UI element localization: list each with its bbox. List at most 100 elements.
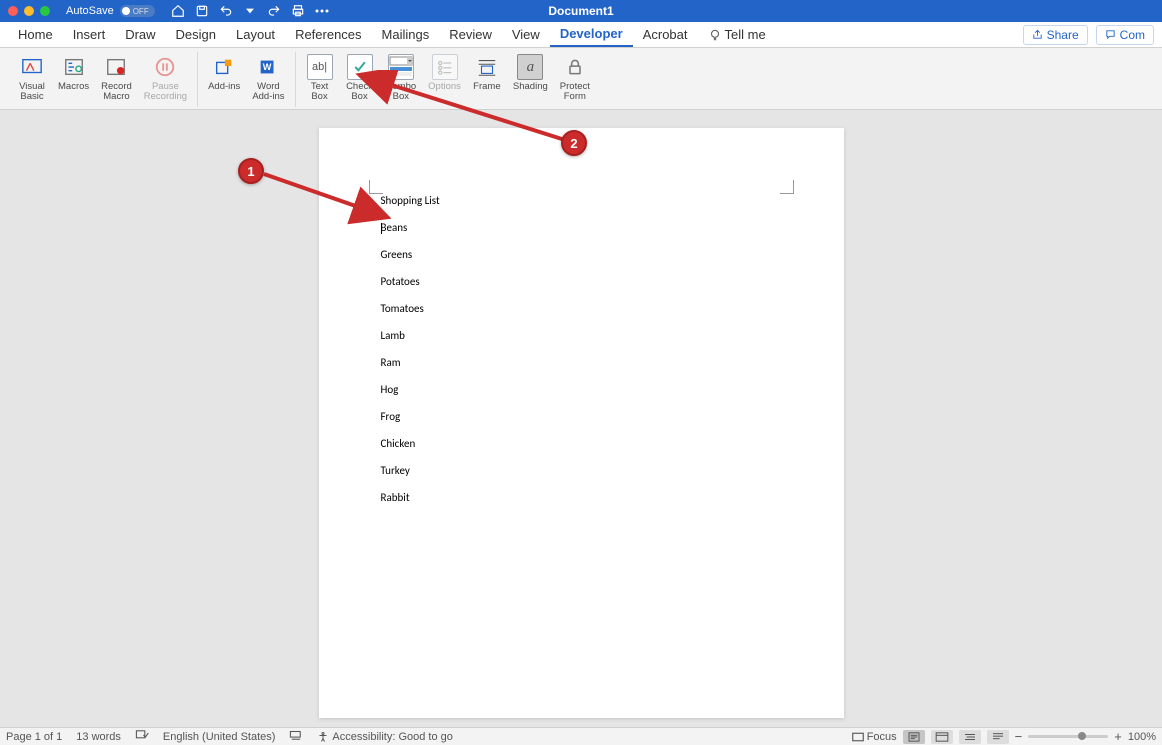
check-box-button[interactable]: Check Box xyxy=(342,52,378,107)
status-bar: Page 1 of 1 13 words English (United Sta… xyxy=(0,727,1162,745)
zoom-percent[interactable]: 100% xyxy=(1128,731,1156,743)
doc-line-item[interactable]: Chicken xyxy=(381,437,782,450)
document-title: Document1 xyxy=(548,4,613,18)
visual-basic-button[interactable]: Visual Basic xyxy=(14,52,50,107)
annotation-badge-2: 2 xyxy=(561,130,587,156)
status-page[interactable]: Page 1 of 1 xyxy=(6,731,62,743)
combo-box-icon xyxy=(388,54,414,80)
draft-view-button[interactable] xyxy=(987,730,1009,744)
outline-view-button[interactable] xyxy=(959,730,981,744)
tab-references[interactable]: References xyxy=(285,22,371,47)
status-accessibility[interactable]: Accessibility: Good to go xyxy=(317,731,452,743)
share-icon xyxy=(1032,29,1043,40)
print-layout-view-button[interactable] xyxy=(903,730,925,744)
page-content[interactable]: Shopping List Beans Greens Potatoes Toma… xyxy=(381,194,782,518)
autosave-label: AutoSave xyxy=(66,5,114,17)
status-spellcheck-icon[interactable] xyxy=(135,729,149,744)
zoom-out-button[interactable]: − xyxy=(1015,729,1023,744)
developer-ribbon: Visual Basic Macros Record Macro Pause R… xyxy=(0,48,1162,110)
doc-line-item[interactable]: Rabbit xyxy=(381,491,782,504)
web-layout-view-button[interactable] xyxy=(931,730,953,744)
print-icon[interactable] xyxy=(291,4,305,18)
doc-line-item[interactable]: Frog xyxy=(381,410,782,423)
close-window-button[interactable] xyxy=(8,6,18,16)
maximize-window-button[interactable] xyxy=(40,6,50,16)
doc-line-item[interactable]: Lamb xyxy=(381,329,782,342)
annotation-badge-1: 1 xyxy=(238,158,264,184)
doc-line-item[interactable]: Hog xyxy=(381,383,782,396)
frame-button[interactable]: Frame xyxy=(469,52,505,107)
doc-line-title[interactable]: Shopping List xyxy=(381,194,782,207)
tab-layout[interactable]: Layout xyxy=(226,22,285,47)
protect-form-icon xyxy=(562,54,588,80)
share-button[interactable]: Share xyxy=(1023,25,1088,45)
ribbon-tabs: Home Insert Draw Design Layout Reference… xyxy=(0,22,1162,48)
tab-mailings[interactable]: Mailings xyxy=(372,22,440,47)
add-ins-button[interactable]: Add-ins xyxy=(204,52,244,107)
tab-design[interactable]: Design xyxy=(166,22,226,47)
doc-line-item[interactable]: Greens xyxy=(381,248,782,261)
quick-access-toolbar xyxy=(171,4,329,18)
combo-box-button[interactable]: Combo Box xyxy=(382,52,421,107)
lightbulb-icon xyxy=(708,28,722,42)
minimize-window-button[interactable] xyxy=(24,6,34,16)
doc-line-item[interactable]: Tomatoes xyxy=(381,302,782,315)
shading-icon: a xyxy=(517,54,543,80)
tab-review[interactable]: Review xyxy=(439,22,502,47)
macros-icon xyxy=(61,54,87,80)
protect-form-button[interactable]: Protect Form xyxy=(556,52,594,107)
page[interactable]: Shopping List Beans Greens Potatoes Toma… xyxy=(319,128,844,718)
margin-corner-tr xyxy=(780,180,794,194)
window-controls xyxy=(8,6,50,16)
accessibility-icon xyxy=(317,731,329,743)
status-focus-button[interactable]: Focus xyxy=(852,731,897,743)
pause-recording-icon xyxy=(152,54,178,80)
word-add-ins-icon: W xyxy=(255,54,281,80)
status-text-predictions-icon[interactable] xyxy=(289,729,303,744)
focus-icon xyxy=(852,732,864,742)
frame-icon xyxy=(474,54,500,80)
tab-view[interactable]: View xyxy=(502,22,550,47)
record-macro-button[interactable]: Record Macro xyxy=(97,52,136,107)
document-area[interactable]: Shopping List Beans Greens Potatoes Toma… xyxy=(0,110,1162,727)
text-box-button[interactable]: ab| Text Box xyxy=(302,52,338,107)
word-add-ins-button[interactable]: W Word Add-ins xyxy=(248,52,288,107)
options-button: Options xyxy=(424,52,465,107)
doc-line-item[interactable]: Potatoes xyxy=(381,275,782,288)
tab-draw[interactable]: Draw xyxy=(115,22,165,47)
redo-icon[interactable] xyxy=(267,4,281,18)
macros-button[interactable]: Macros xyxy=(54,52,93,107)
autosave-state: OFF xyxy=(130,7,153,16)
add-ins-icon xyxy=(211,54,237,80)
tab-insert[interactable]: Insert xyxy=(63,22,116,47)
check-box-icon xyxy=(347,54,373,80)
tab-acrobat[interactable]: Acrobat xyxy=(633,22,698,47)
visual-basic-icon xyxy=(19,54,45,80)
doc-line-item[interactable]: Ram xyxy=(381,356,782,369)
zoom-slider[interactable] xyxy=(1028,735,1108,738)
shading-button[interactable]: a Shading xyxy=(509,52,552,107)
comment-icon xyxy=(1105,29,1116,40)
status-language[interactable]: English (United States) xyxy=(163,731,276,743)
doc-line-item[interactable]: Beans xyxy=(381,221,782,234)
undo-dropdown-icon[interactable] xyxy=(243,4,257,18)
text-box-icon: ab| xyxy=(307,54,333,80)
home-icon[interactable] xyxy=(171,4,185,18)
comments-button[interactable]: Com xyxy=(1096,25,1154,45)
status-words[interactable]: 13 words xyxy=(76,731,121,743)
zoom-in-button[interactable]: + xyxy=(1114,729,1122,744)
tab-home[interactable]: Home xyxy=(8,22,63,47)
margin-corner-tl xyxy=(369,180,383,194)
tell-me-search[interactable]: Tell me xyxy=(698,22,776,47)
tab-developer[interactable]: Developer xyxy=(550,22,633,47)
undo-icon[interactable] xyxy=(219,4,233,18)
pause-recording-button: Pause Recording xyxy=(140,52,191,107)
options-icon xyxy=(432,54,458,80)
doc-line-item[interactable]: Turkey xyxy=(381,464,782,477)
titlebar: AutoSave OFF Document1 xyxy=(0,0,1162,22)
save-icon[interactable] xyxy=(195,4,209,18)
record-macro-icon xyxy=(103,54,129,80)
more-icon[interactable] xyxy=(315,4,329,18)
svg-text:W: W xyxy=(263,62,272,72)
autosave-toggle[interactable]: AutoSave OFF xyxy=(66,5,155,17)
